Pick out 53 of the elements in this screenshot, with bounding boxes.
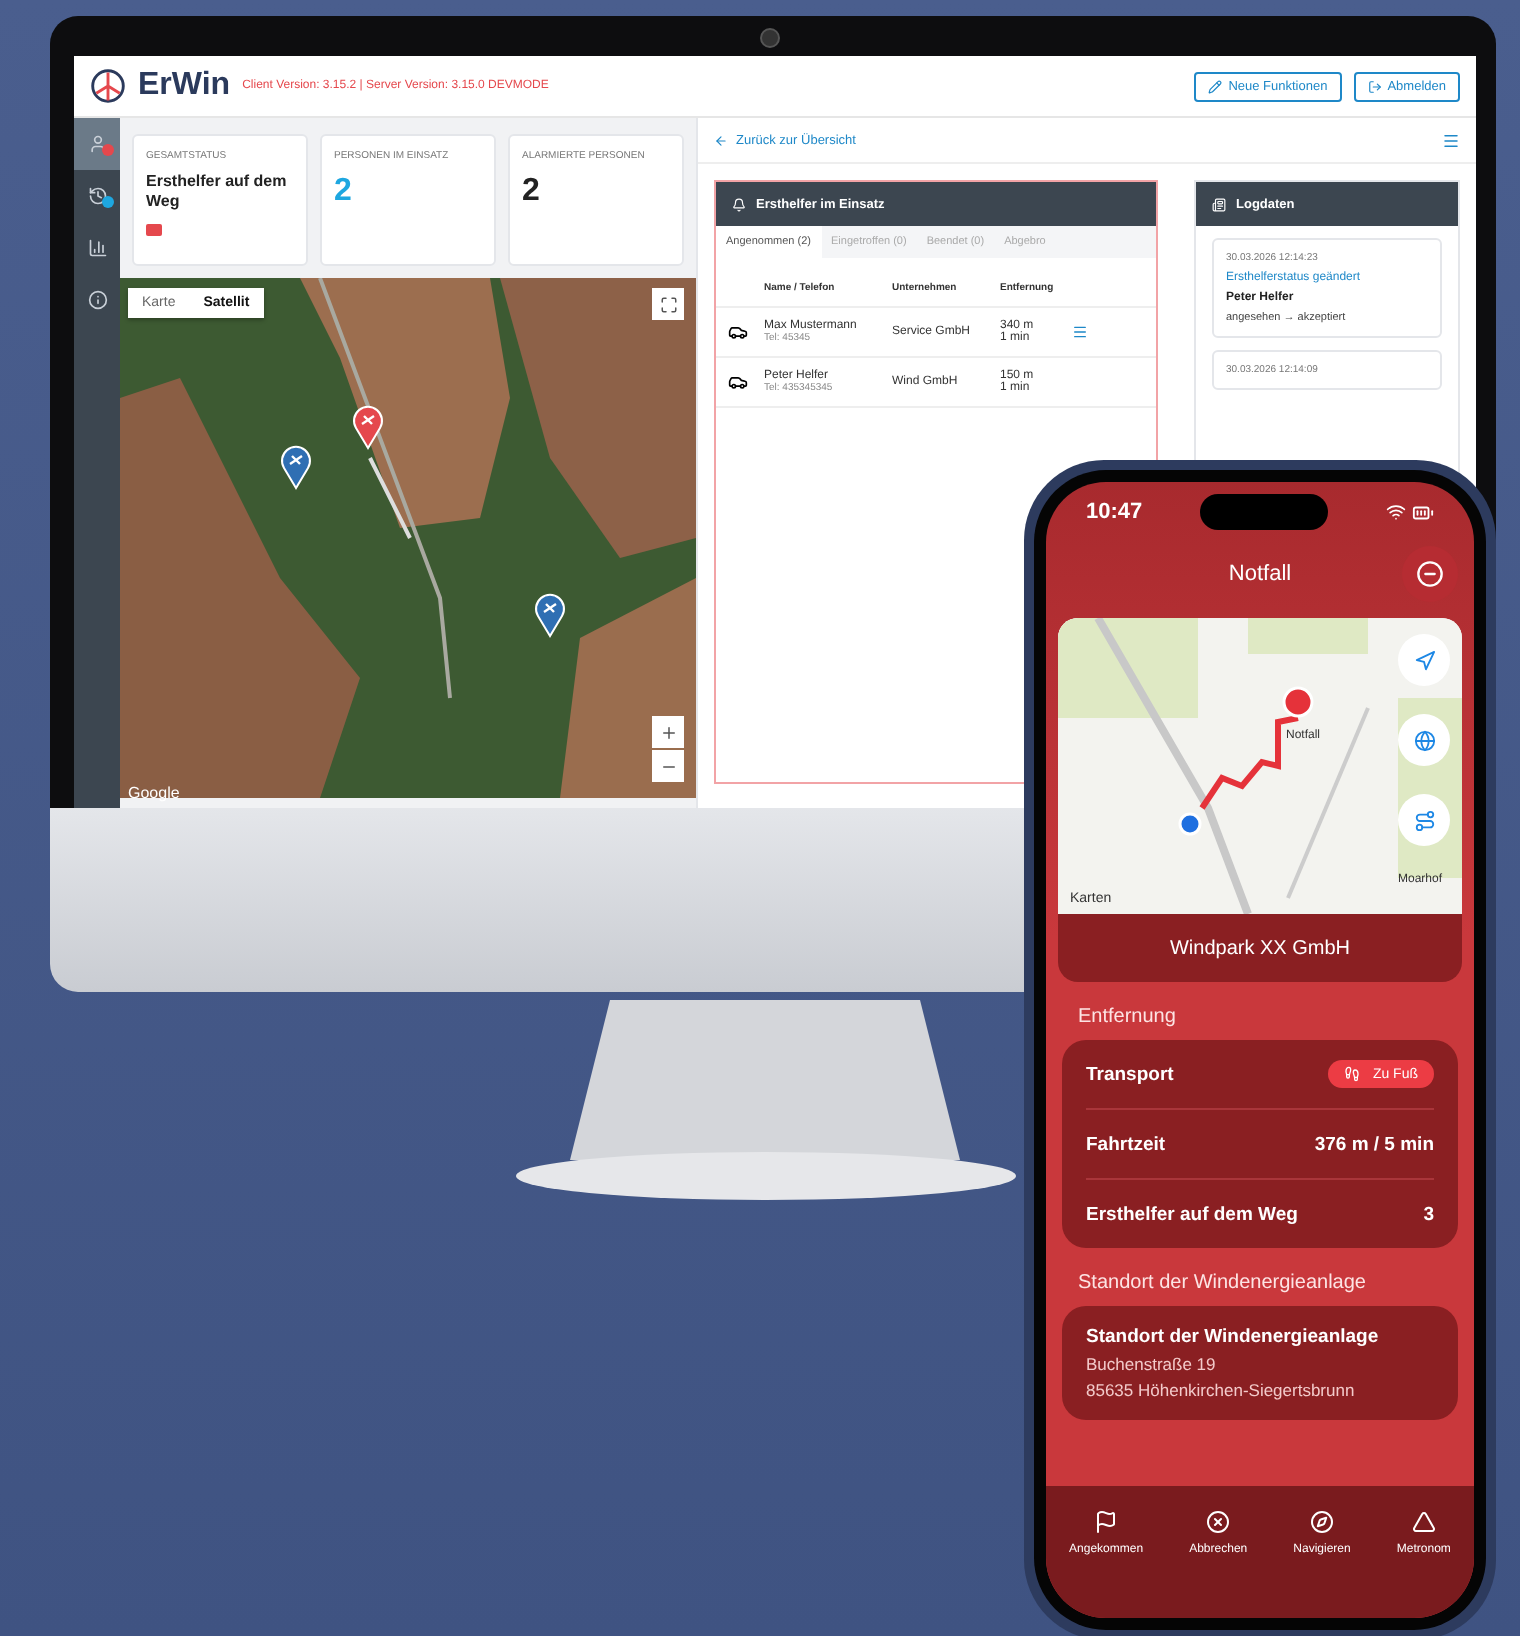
stat-value: 2 (522, 172, 542, 212)
logout-icon (1367, 79, 1382, 93)
arrow-left-icon (714, 133, 728, 147)
map-pin-icon[interactable] (535, 593, 565, 637)
location-arrow-icon (1413, 649, 1435, 671)
screen-title: Notfall (1228, 562, 1292, 586)
fullscreen-button[interactable] (652, 288, 684, 320)
list-icon[interactable] (1072, 324, 1088, 340)
row-value: 376 m / 5 min (1314, 1133, 1434, 1155)
plus-icon (659, 723, 677, 741)
camera-island (1200, 494, 1329, 530)
info-icon (87, 290, 107, 310)
fullscreen-icon (659, 295, 677, 313)
flag-icon (1094, 1510, 1119, 1534)
zoom-out-button[interactable] (652, 750, 684, 782)
camera-icon (760, 28, 780, 48)
footprints-icon (1344, 1066, 1361, 1082)
person-icon (87, 134, 107, 154)
pencil-icon (1208, 79, 1223, 93)
chart-icon (87, 238, 107, 258)
globe-icon (1413, 729, 1435, 751)
company-name: Windpark XX GmbH (1058, 914, 1462, 982)
battery-icon (1411, 501, 1434, 523)
compass-icon (1310, 1510, 1335, 1534)
map-brand-text: Google (128, 784, 180, 802)
stat-value: 2 (334, 172, 354, 212)
row-label: Fahrtzeit (1086, 1133, 1166, 1155)
row-label: Transport (1086, 1063, 1174, 1085)
x-circle-icon (1206, 1510, 1231, 1534)
stat-value: Ersthelfer auf dem Weg (146, 172, 289, 214)
app-logo-text: ErWin (138, 68, 231, 104)
zoom-in-button[interactable] (652, 716, 684, 748)
clock-text: 10:47 (1086, 500, 1143, 524)
car-icon (728, 322, 748, 342)
car-icon (728, 372, 748, 392)
route-icon (1413, 809, 1435, 831)
wifi-icon (1385, 501, 1406, 521)
map-pin-icon[interactable] (353, 405, 383, 449)
location-title: Standort der Windenergieanlage (1086, 1326, 1381, 1348)
section-heading: Standort der Windenergieanlage (1076, 1270, 1368, 1298)
row-value: 3 (1423, 1203, 1434, 1225)
menu-icon[interactable] (1442, 131, 1460, 149)
address-line: 85635 Höhenkirchen-Siegertsbrunn (1086, 1380, 1357, 1400)
status-flag-icon (146, 223, 162, 236)
address-line: Buchenstraße 19 (1086, 1354, 1218, 1374)
map-pin-icon[interactable] (281, 445, 311, 489)
section-heading: Entfernung (1076, 1004, 1178, 1032)
bell-icon (732, 197, 746, 211)
cancel-button[interactable] (1402, 546, 1458, 602)
row-label: Ersthelfer auf dem Weg (1086, 1203, 1298, 1225)
triangle-icon (1411, 1510, 1436, 1534)
history-icon (87, 186, 107, 206)
minus-circle-icon (1416, 560, 1444, 588)
